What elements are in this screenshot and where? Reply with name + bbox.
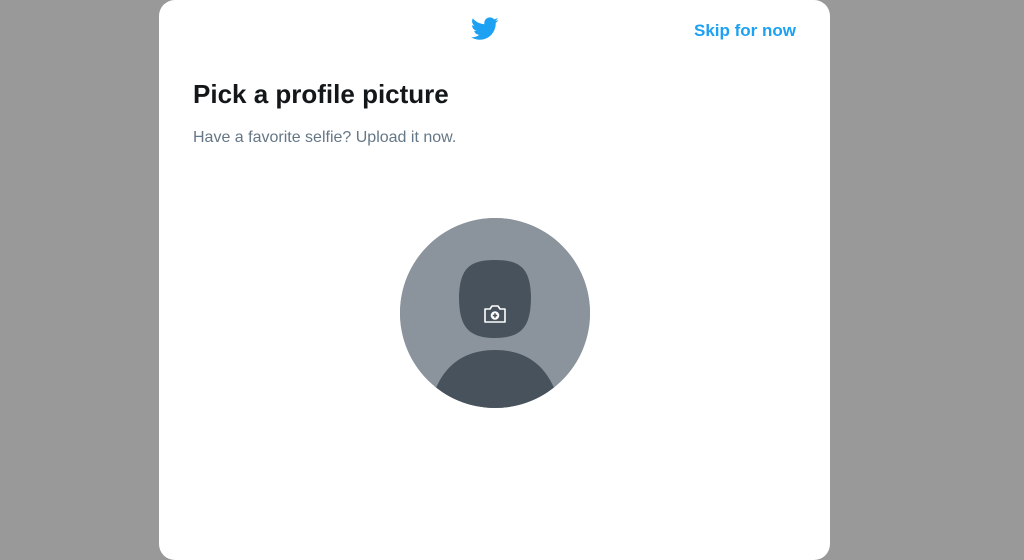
dialog-header: Skip for now [159,0,830,60]
add-photo-icon [484,305,506,323]
page-subtitle: Have a favorite selfie? Upload it now. [193,129,457,146]
profile-picture-dialog: Skip for now Pick a profile picture Have… [159,0,830,560]
avatar-upload-button[interactable] [400,218,590,408]
skip-for-now-link[interactable]: Skip for now [694,21,796,41]
page-title: Pick a profile picture [193,79,449,109]
twitter-bird-icon [471,17,499,40]
